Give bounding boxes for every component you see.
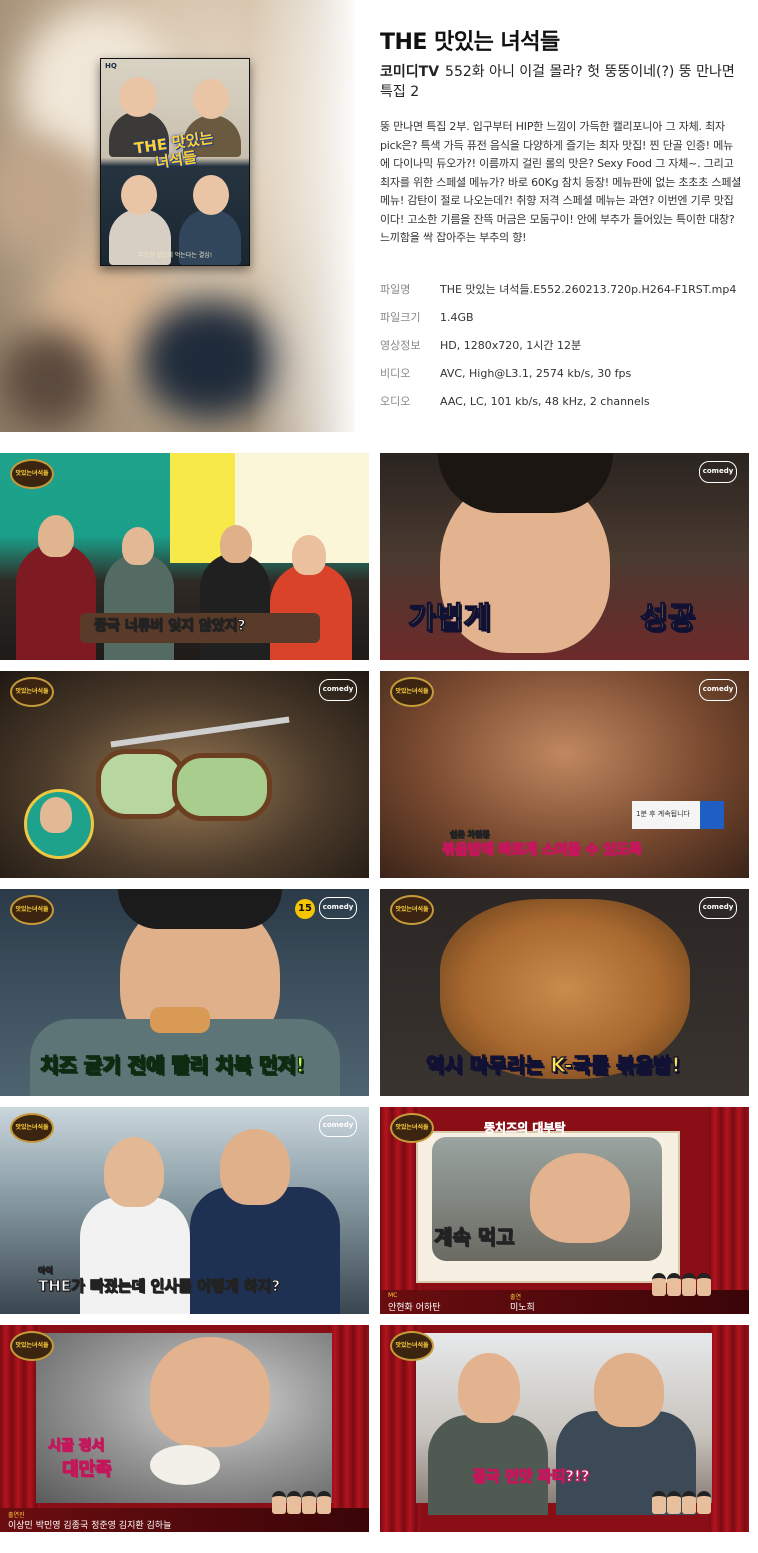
screenshot-caption: 계속 먹고 — [434, 1225, 516, 1250]
next-segment-notice: 1분 후 계속됩니다 — [636, 810, 690, 818]
channel-logo: comedy — [319, 679, 357, 701]
screenshot-caption: 중국 너튜버 잊지 않았지? — [94, 618, 247, 635]
show-logo: 맛있는녀석들 — [390, 895, 434, 925]
file-info-row: 오디오 AAC, LC, 101 kb/s, 48 kHz, 2 channel… — [380, 395, 742, 423]
credit-names: 이상민 박민영 김종국 정준영 김지환 김하늘 — [8, 1521, 172, 1531]
file-info-row: 영상정보 HD, 1280x720, 1시간 12분 — [380, 339, 742, 367]
age-rating-badge: 15 — [295, 899, 315, 919]
cast-faces — [271, 1491, 331, 1514]
channel-logo: comedy — [319, 897, 357, 919]
file-info-row: 비디오 AVC, High@L3.1, 2574 kb/s, 30 fps — [380, 367, 742, 395]
show-poster[interactable]: HQ THE 맛있는 녀석들 무조건 맛있게 먹는다는 결심! — [100, 58, 250, 266]
screenshot-5[interactable]: 맛있는녀석들 15 comedy 치즈 굳기 전에 빨리 치복 먼저! — [0, 889, 369, 1096]
screenshot-9[interactable]: 맛있는녀석들 시골 정서 대만족 출연진 이상민 박민영 김종국 정준영 김지환… — [0, 1325, 369, 1532]
audio-codec-value: AAC, LC, 101 kb/s, 48 kHz, 2 channels — [440, 395, 650, 408]
cast-faces — [651, 1273, 711, 1296]
hq-label: HQ — [105, 62, 117, 70]
show-logo: 맛있는녀석들 — [10, 459, 54, 489]
file-name-value: THE 맛있는 녀석들.E552.260213.720p.H264-F1RST.… — [440, 283, 737, 296]
show-title: THE 맛있는 녀석들 — [380, 30, 560, 55]
screenshot-caption-line2: 대만족 — [62, 1459, 113, 1481]
show-logo: 맛있는녀석들 — [10, 1331, 54, 1361]
file-info-table: 파일명 THE 맛있는 녀석들.E552.260213.720p.H264-F1… — [380, 283, 742, 423]
detail-header: HQ THE 맛있는 녀석들 무조건 맛있게 먹는다는 결심! THE 맛있는 … — [0, 0, 758, 432]
channel-logo: comedy — [699, 897, 737, 919]
screenshot-caption-left: 가볍게 — [407, 600, 491, 636]
poster-tagline: 무조건 맛있게 먹는다는 결심! — [137, 252, 213, 259]
credit-names: 안현화 어하탄 — [388, 1303, 441, 1313]
file-info-row: 파일크기 1.4GB — [380, 311, 742, 339]
screenshot-10[interactable]: 맛있는녀석들 결국 먼맛 파티?!? — [380, 1325, 749, 1532]
screenshot-2[interactable]: comedy 가볍게 성공 — [380, 453, 749, 660]
screenshot-caption-line1: 시골 정서 — [47, 1438, 105, 1455]
credit-tag: MC — [388, 1292, 398, 1299]
screenshot-7[interactable]: 맛있는녀석들 comedy 아이 THE가 빠졌는데 인사를 어떻게 하지? — [0, 1107, 369, 1314]
file-info-label: 영상정보 — [380, 339, 421, 352]
cast-faces — [651, 1491, 711, 1514]
channel-name: 코미디TV — [380, 64, 440, 80]
screenshot-4[interactable]: 맛있는녀석들 comedy 1분 후 계속됩니다 쉽은 차원통 볶음밥에 빠르게… — [380, 671, 749, 878]
screenshot-1[interactable]: 맛있는녀석들 중국 너튜버 잊지 않았지? — [0, 453, 369, 660]
screenshot-caption: 치즈 굳기 전에 빨리 치복 먼저! — [39, 1052, 305, 1077]
file-info-label: 비디오 — [380, 367, 411, 380]
screenshot-caption: 역시 마무리는 K-국룰 볶음밥! — [425, 1052, 681, 1077]
file-info-label: 파일크기 — [380, 311, 421, 324]
show-logo: 맛있는녀석들 — [390, 1113, 434, 1143]
show-logo: 맛있는녀석들 — [390, 1331, 434, 1361]
screenshot-caption: 볶음밥에 빠르게 스며들 수 있도록 — [442, 842, 643, 859]
screenshot-8[interactable]: 맛있는녀석들 뚱치즈의 대부탁 계속 먹고 MC 안현화 어하탄 출연 미노희 — [380, 1107, 749, 1314]
screenshot-caption: 결국 먼맛 파티?!? — [472, 1467, 590, 1486]
channel-logo: comedy — [699, 679, 737, 701]
show-logo: 맛있는녀석들 — [10, 1113, 54, 1143]
episode-description: 뚱 만나면 특집 2부. 입구부터 HIP한 느낌이 가득한 캘리포니아 그 자… — [380, 120, 742, 244]
screenshot-caption-right: 성공 — [639, 600, 696, 636]
episode-subtitle: 코미디TV 552화 아니 이걸 몰라? 헛 뚱뚱이네(?) 뚱 만나면 특집 2 — [380, 62, 742, 102]
channel-logo: comedy — [319, 1115, 357, 1137]
credit-names: 미노희 — [510, 1303, 535, 1313]
show-logo: 맛있는녀석들 — [390, 677, 434, 707]
file-info-row: 파일명 THE 맛있는 녀석들.E552.260213.720p.H264-F1… — [380, 283, 742, 311]
show-logo: 맛있는녀석들 — [10, 677, 54, 707]
video-codec-value: AVC, High@L3.1, 2574 kb/s, 30 fps — [440, 367, 632, 380]
file-size-value: 1.4GB — [440, 311, 474, 324]
segment-title: 뚱치즈의 대부탁 — [484, 1121, 566, 1136]
screenshot-6[interactable]: 맛있는녀석들 comedy 역시 마무리는 K-국룰 볶음밥! — [380, 889, 749, 1096]
channel-logo: comedy — [699, 461, 737, 483]
file-info-label: 오디오 — [380, 395, 411, 408]
file-info-label: 파일명 — [380, 283, 411, 296]
screenshot-3[interactable]: 맛있는녀석들 comedy — [0, 671, 369, 878]
show-logo: 맛있는녀석들 — [10, 895, 54, 925]
video-info-value: HD, 1280x720, 1시간 12분 — [440, 339, 582, 352]
screenshot-caption: THE가 빠졌는데 인사를 어떻게 하지? — [37, 1277, 281, 1296]
